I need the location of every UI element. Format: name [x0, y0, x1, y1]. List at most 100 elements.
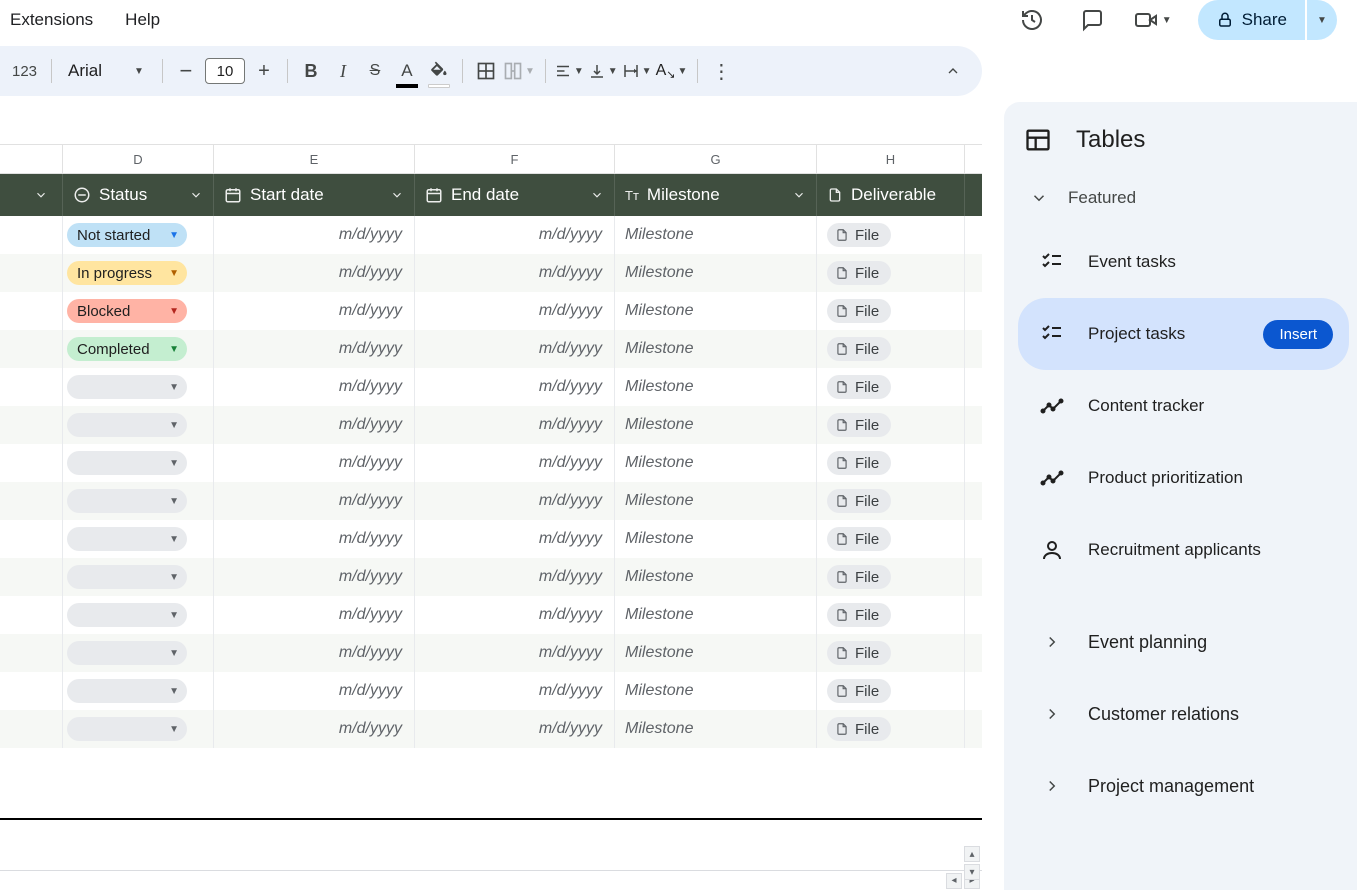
row-stub[interactable] [0, 330, 63, 368]
number-format-button[interactable]: 123 [6, 63, 43, 80]
col-stub[interactable] [0, 145, 63, 173]
cell-deliverable[interactable]: File [817, 368, 965, 406]
cell-date[interactable]: m/d/yyyy [214, 596, 415, 634]
menu-help[interactable]: Help [123, 6, 162, 34]
template-item[interactable]: Content tracker [1018, 370, 1349, 442]
cell-status[interactable]: .▼ [63, 482, 214, 520]
row-stub[interactable] [0, 558, 63, 596]
status-chip[interactable]: .▼ [67, 641, 187, 665]
cell-date[interactable]: m/d/yyyy [415, 672, 615, 710]
cell-date[interactable]: m/d/yyyy [415, 444, 615, 482]
category-item[interactable]: Customer relations [1018, 678, 1349, 750]
cell-date[interactable]: m/d/yyyy [415, 596, 615, 634]
cell-date[interactable]: m/d/yyyy [214, 254, 415, 292]
cell-milestone[interactable]: Milestone [615, 406, 817, 444]
cell-date[interactable]: m/d/yyyy [415, 216, 615, 254]
collapse-toolbar-button[interactable] [938, 56, 968, 86]
cell-status[interactable]: In progress▼ [63, 254, 214, 292]
font-size-increase[interactable]: + [249, 56, 279, 86]
cell-status[interactable]: .▼ [63, 520, 214, 558]
col-letter[interactable]: E [214, 145, 415, 173]
file-chip[interactable]: File [827, 489, 891, 513]
row-stub[interactable] [0, 482, 63, 520]
status-chip[interactable]: .▼ [67, 565, 187, 589]
cell-date[interactable]: m/d/yyyy [415, 406, 615, 444]
cell-deliverable[interactable]: File [817, 482, 965, 520]
row-stub[interactable] [0, 444, 63, 482]
cell-date[interactable]: m/d/yyyy [214, 444, 415, 482]
file-chip[interactable]: File [827, 299, 891, 323]
file-chip[interactable]: File [827, 451, 891, 475]
cell-milestone[interactable]: Milestone [615, 482, 817, 520]
cell-milestone[interactable]: Milestone [615, 444, 817, 482]
cell-deliverable[interactable]: File [817, 710, 965, 748]
field-header-status[interactable]: Status [63, 174, 214, 216]
cell-milestone[interactable]: Milestone [615, 520, 817, 558]
row-stub[interactable] [0, 634, 63, 672]
cell-date[interactable]: m/d/yyyy [214, 710, 415, 748]
field-header-deliverable[interactable]: Deliverable [817, 174, 965, 216]
fill-color-button[interactable] [424, 56, 454, 86]
cell-deliverable[interactable]: File [817, 254, 965, 292]
cell-milestone[interactable]: Milestone [615, 292, 817, 330]
status-chip[interactable]: .▼ [67, 413, 187, 437]
font-size-decrease[interactable]: − [171, 56, 201, 86]
cell-milestone[interactable]: Milestone [615, 596, 817, 634]
scroll-left-icon[interactable]: ◂ [946, 873, 962, 889]
share-button[interactable]: Share [1198, 0, 1305, 40]
status-chip[interactable]: .▼ [67, 451, 187, 475]
cell-status[interactable]: Blocked▼ [63, 292, 214, 330]
status-chip[interactable]: .▼ [67, 603, 187, 627]
cell-date[interactable]: m/d/yyyy [214, 368, 415, 406]
template-item[interactable]: Event tasks [1018, 226, 1349, 298]
field-header-milestone[interactable]: Tт Milestone [615, 174, 817, 216]
cell-date[interactable]: m/d/yyyy [415, 254, 615, 292]
cell-date[interactable]: m/d/yyyy [415, 634, 615, 672]
row-stub[interactable] [0, 672, 63, 710]
horizontal-scrollbar[interactable]: ◂ ▸ [0, 870, 982, 890]
text-color-button[interactable]: A [392, 56, 422, 86]
cell-date[interactable]: m/d/yyyy [214, 672, 415, 710]
file-chip[interactable]: File [827, 527, 891, 551]
cell-date[interactable]: m/d/yyyy [415, 292, 615, 330]
cell-status[interactable]: .▼ [63, 368, 214, 406]
cell-milestone[interactable]: Milestone [615, 672, 817, 710]
scroll-down-icon[interactable]: ▾ [964, 864, 980, 880]
file-chip[interactable]: File [827, 679, 891, 703]
spreadsheet[interactable]: D E F G H Status Start date [0, 102, 982, 890]
cell-date[interactable]: m/d/yyyy [214, 292, 415, 330]
row-stub[interactable] [0, 292, 63, 330]
text-wrap-button[interactable]: ▼ [622, 62, 654, 80]
category-item[interactable]: Event planning [1018, 606, 1349, 678]
merge-cells-button[interactable]: ▼ [503, 61, 537, 81]
cell-milestone[interactable]: Milestone [615, 330, 817, 368]
category-item[interactable]: Project management [1018, 750, 1349, 822]
featured-section-toggle[interactable]: Featured [1004, 178, 1357, 226]
cell-deliverable[interactable]: File [817, 330, 965, 368]
cell-milestone[interactable]: Milestone [615, 216, 817, 254]
cell-deliverable[interactable]: File [817, 520, 965, 558]
cell-deliverable[interactable]: File [817, 634, 965, 672]
cell-deliverable[interactable]: File [817, 406, 965, 444]
more-toolbar-button[interactable]: ⋮ [706, 56, 736, 86]
cell-deliverable[interactable]: File [817, 292, 965, 330]
cell-deliverable[interactable]: File [817, 444, 965, 482]
cell-date[interactable]: m/d/yyyy [214, 406, 415, 444]
col-letter[interactable]: F [415, 145, 615, 173]
col-letter[interactable]: H [817, 145, 965, 173]
cell-status[interactable]: Not started▼ [63, 216, 214, 254]
cell-status[interactable]: Completed▼ [63, 330, 214, 368]
col-letter[interactable]: D [63, 145, 214, 173]
file-chip[interactable]: File [827, 261, 891, 285]
font-size-input[interactable]: 10 [205, 58, 245, 84]
cell-date[interactable]: m/d/yyyy [214, 558, 415, 596]
meet-button[interactable]: ▼ [1134, 8, 1174, 32]
cell-status[interactable]: .▼ [63, 406, 214, 444]
template-item[interactable]: Product prioritization [1018, 442, 1349, 514]
share-dropdown[interactable]: ▼ [1307, 0, 1337, 40]
comments-icon[interactable] [1074, 2, 1110, 38]
status-chip[interactable]: .▼ [67, 489, 187, 513]
menu-extensions[interactable]: Extensions [8, 6, 95, 34]
file-chip[interactable]: File [827, 337, 891, 361]
cell-milestone[interactable]: Milestone [615, 254, 817, 292]
